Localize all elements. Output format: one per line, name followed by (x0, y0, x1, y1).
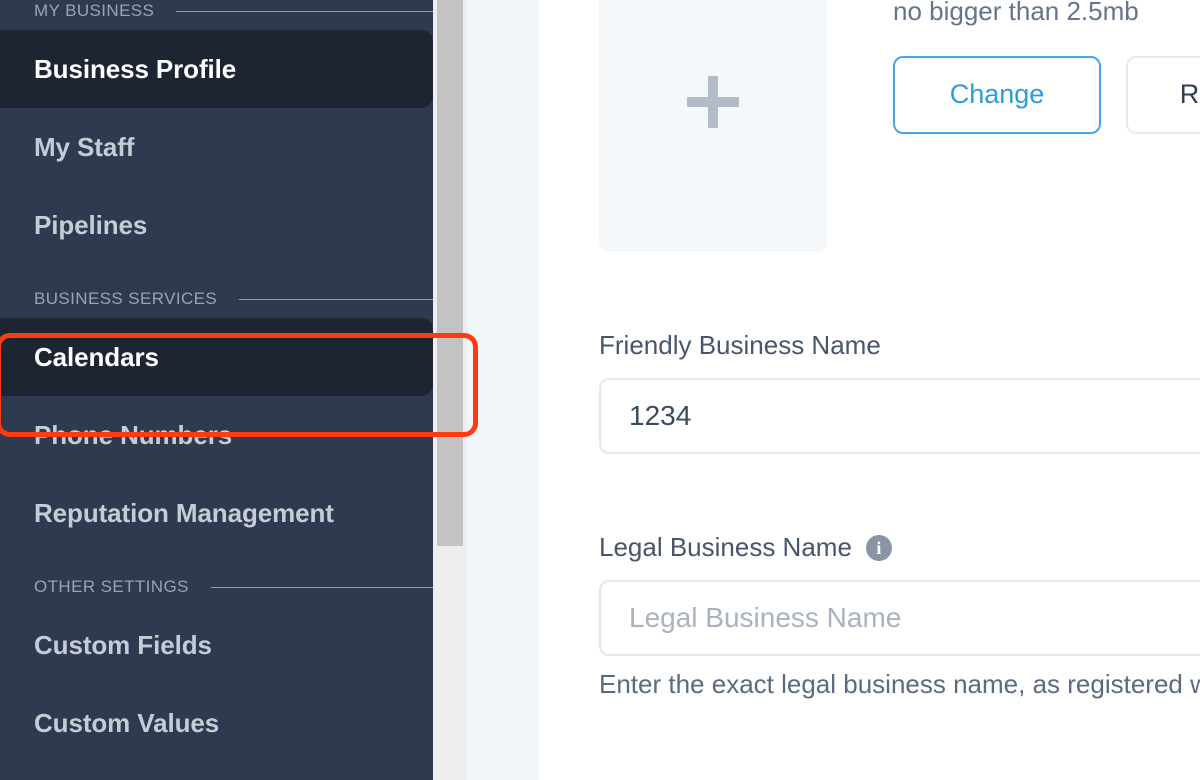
plus-icon (682, 71, 744, 133)
field-label-text: Friendly Business Name (599, 330, 881, 361)
sidebar-item-pipelines[interactable]: Pipelines (0, 186, 433, 264)
business-profile-form: 180px no bigger than 2.5mb Change Remove… (599, 0, 1200, 704)
sidebar-item-phone-numbers[interactable]: Phone Numbers (0, 396, 433, 474)
change-logo-button[interactable]: Change (893, 56, 1101, 134)
sidebar-scrollbar-thumb[interactable] (437, 0, 463, 546)
sidebar-item-label: Custom Fields (34, 630, 212, 661)
sidebar-navigation: MY BUSINESS Business Profile My Staff Pi… (0, 0, 433, 780)
legal-business-name-help-text: Enter the exact legal business name, as … (599, 666, 1200, 704)
sidebar-section-label: BUSINESS SERVICES (34, 289, 217, 309)
logo-action-buttons: Change Remove (893, 56, 1200, 134)
sidebar-item-label: Business Profile (34, 54, 236, 85)
remove-logo-button[interactable]: Remove (1126, 56, 1200, 134)
sidebar-item-label: Reputation Management (34, 498, 334, 529)
info-circle-icon[interactable]: i (866, 535, 892, 561)
sidebar-section-header-my-business: MY BUSINESS (0, 0, 433, 30)
sidebar-item-label: Pipelines (34, 210, 147, 241)
sidebar-spacer (0, 264, 433, 280)
sidebar-scroll-content: MY BUSINESS Business Profile My Staff Pi… (0, 0, 433, 762)
field-label-text: Legal Business Name (599, 532, 852, 563)
sidebar-section-divider (211, 587, 433, 588)
friendly-business-name-input[interactable]: 1234 (599, 378, 1200, 454)
sidebar-section-label: OTHER SETTINGS (34, 577, 189, 597)
sidebar-item-business-profile[interactable]: Business Profile (0, 30, 433, 108)
page-gutter (467, 0, 539, 780)
legal-business-name-field: Legal Business Name i Legal Business Nam… (599, 532, 1200, 704)
sidebar-item-custom-fields[interactable]: Custom Fields (0, 606, 433, 684)
logo-upload-info: 180px no bigger than 2.5mb Change Remove (893, 0, 1200, 134)
app-root: MY BUSINESS Business Profile My Staff Pi… (0, 0, 1200, 780)
legal-business-name-input[interactable]: Legal Business Name (599, 580, 1200, 656)
sidebar-section-header-business-services: BUSINESS SERVICES (0, 280, 433, 318)
legal-business-name-label: Legal Business Name i (599, 532, 1200, 563)
sidebar-item-reputation-management[interactable]: Reputation Management (0, 474, 433, 552)
sidebar-item-my-staff[interactable]: My Staff (0, 108, 433, 186)
sidebar-item-calendars[interactable]: Calendars (0, 318, 433, 396)
sidebar-item-label: My Staff (34, 132, 134, 163)
friendly-business-name-label: Friendly Business Name (599, 330, 1200, 361)
sidebar-section-divider (176, 11, 433, 12)
sidebar-item-label: Custom Values (34, 708, 219, 739)
sidebar-section-header-other-settings: OTHER SETTINGS (0, 568, 433, 606)
sidebar-item-label: Phone Numbers (34, 420, 232, 451)
main-content-panel: 180px no bigger than 2.5mb Change Remove… (539, 0, 1200, 780)
friendly-business-name-field: Friendly Business Name 1234 (599, 330, 1200, 454)
sidebar-section-divider (239, 299, 433, 300)
sidebar-item-label: Calendars (34, 342, 159, 373)
logo-upload-row: 180px no bigger than 2.5mb Change Remove (599, 0, 1200, 252)
sidebar-item-custom-values[interactable]: Custom Values (0, 684, 433, 762)
logo-size-hint-line2: no bigger than 2.5mb (893, 0, 1200, 30)
sidebar-section-label: MY BUSINESS (34, 1, 154, 21)
sidebar-spacer (0, 552, 433, 568)
sidebar-scrollbar-track[interactable] (433, 0, 467, 780)
logo-upload-dropzone[interactable] (599, 0, 827, 252)
